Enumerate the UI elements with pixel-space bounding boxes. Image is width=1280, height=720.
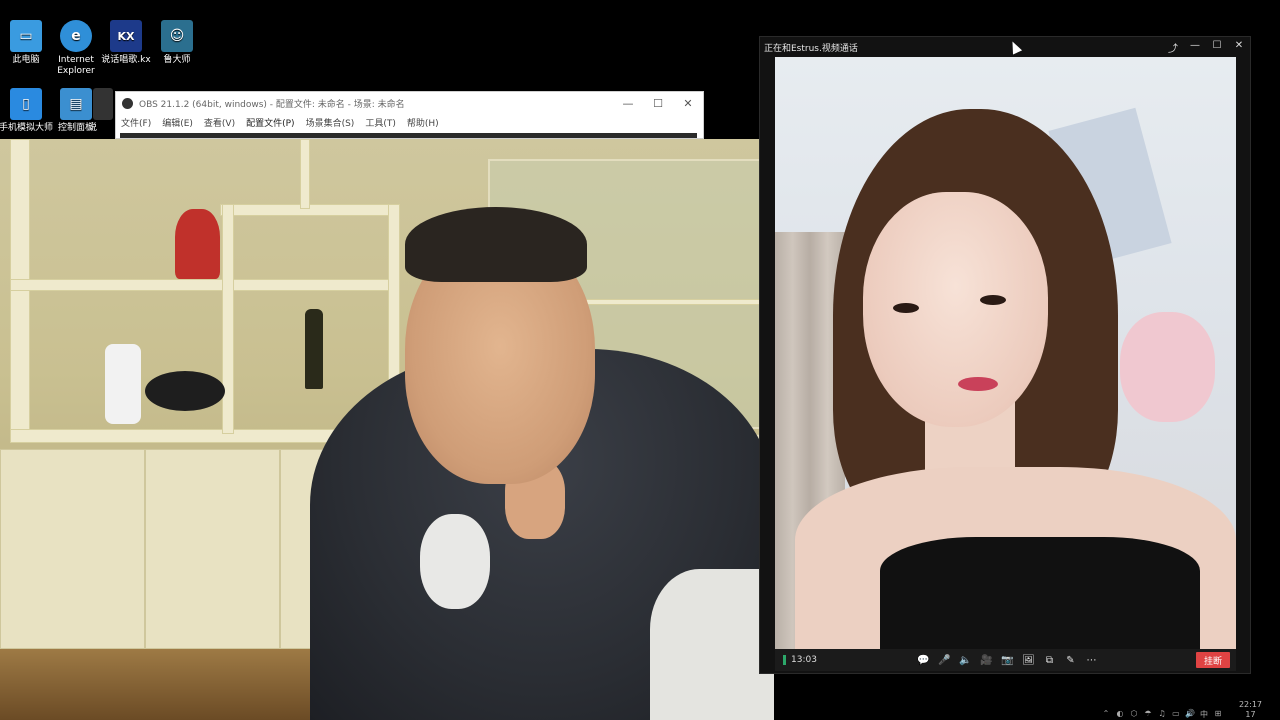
system-tray: ⌃ ◐ ⬡ ☂ ♫ ▭ 🔊 中 ⊞ 22:17 17 xyxy=(1099,700,1262,720)
shelf-divider xyxy=(300,139,310,209)
desktop-icon-label: Internet Explorer xyxy=(57,55,95,76)
woman-right-eye xyxy=(980,295,1006,305)
obs-window[interactable]: OBS 21.1.2 (64bit, windows) - 配置文件: 未命名 … xyxy=(115,91,704,139)
tray-app-icon[interactable]: ♫ xyxy=(1155,709,1169,720)
obs-close-button[interactable]: ✕ xyxy=(673,97,703,110)
video-call-close-button[interactable]: ✕ xyxy=(1228,40,1250,55)
person-hair xyxy=(405,207,587,282)
effects-icon[interactable]: 🖼 xyxy=(1018,655,1039,666)
pink-pillow xyxy=(1120,312,1215,422)
desktop-icon-label: 说话唱歌.kx xyxy=(101,55,151,65)
video-call-titlebar[interactable]: 正在和Estrus.视频通话 ⤴ — ☐ ✕ xyxy=(760,37,1250,57)
woman-top xyxy=(880,537,1200,650)
red-trophy xyxy=(175,209,220,279)
remote-video-feed xyxy=(775,57,1236,650)
network-icon[interactable]: ▭ xyxy=(1169,709,1183,720)
woman-face xyxy=(863,192,1048,427)
obs-menu-file[interactable]: 文件(F) xyxy=(121,116,151,129)
kx-icon: KX xyxy=(110,20,142,52)
obs-minimize-button[interactable]: — xyxy=(613,97,643,110)
wine-bottle xyxy=(305,309,323,389)
microphone-icon[interactable]: 🎤 xyxy=(934,655,955,666)
video-call-window[interactable]: 正在和Estrus.视频通话 ⤴ — ☐ ✕ 13:03 💬 🎤 🔈 🎥 📷 🖼… xyxy=(760,37,1250,673)
obs-menu-help[interactable]: 帮助(H) xyxy=(407,116,439,129)
tray-expand-icon[interactable]: ⌃ xyxy=(1099,709,1113,720)
camera-toggle-icon[interactable]: 🎥 xyxy=(976,655,997,666)
shelf-divider xyxy=(222,204,234,434)
shelf-board xyxy=(10,279,400,291)
more-icon[interactable]: ⋯ xyxy=(1081,655,1102,666)
tray-app-icon[interactable]: ◐ xyxy=(1113,709,1127,720)
obs-menu-scene-collection[interactable]: 场景集合(S) xyxy=(306,116,355,129)
obs-menubar: 文件(F) 编辑(E) 查看(V) 配置文件(P) 场景集合(S) 工具(T) … xyxy=(116,114,703,130)
desktop-icon-partial[interactable]: 说 xyxy=(88,88,118,134)
obs-preview-strip xyxy=(120,133,697,138)
ie-icon: e xyxy=(60,20,92,52)
ludashi-icon: ☺ xyxy=(161,20,193,52)
obs-window-title: OBS 21.1.2 (64bit, windows) - 配置文件: 未命名 … xyxy=(139,99,405,110)
clock-time: 22:17 xyxy=(1238,700,1262,709)
obs-logo-icon xyxy=(122,97,133,109)
speaker-icon[interactable]: 🔈 xyxy=(955,655,976,666)
video-call-title: 正在和Estrus.视频通话 xyxy=(764,43,858,54)
volume-icon[interactable]: 🔊 xyxy=(1183,709,1197,720)
shelf-board xyxy=(220,204,400,216)
desktop-icon-ludashi[interactable]: ☺ 鲁大师 xyxy=(145,20,209,66)
cabinet-door xyxy=(145,449,280,649)
obs-titlebar[interactable]: OBS 21.1.2 (64bit, windows) - 配置文件: 未命名 … xyxy=(116,92,703,114)
megaphone xyxy=(105,344,141,424)
video-call-maximize-button[interactable]: ☐ xyxy=(1206,40,1228,55)
call-duration: 13:03 xyxy=(775,655,817,665)
cabinet-door xyxy=(0,449,145,649)
partial-icon xyxy=(93,88,113,120)
ime-indicator[interactable]: 中 xyxy=(1197,709,1211,720)
call-control-bar: 13:03 💬 🎤 🔈 🎥 📷 🖼 ⧉ ✎ ⋯ 挂断 xyxy=(775,649,1236,671)
tray-app-icon[interactable]: ☂ xyxy=(1141,709,1155,720)
video-call-minimize-button[interactable]: — xyxy=(1184,40,1206,55)
streamer-webcam-feed xyxy=(0,139,774,720)
tray-app-icon[interactable]: ⬡ xyxy=(1127,709,1141,720)
desktop-icon-label: 此电脑 xyxy=(12,55,40,65)
ime-mode-icon[interactable]: ⊞ xyxy=(1211,709,1225,720)
call-toolbar: 💬 🎤 🔈 🎥 📷 🖼 ⧉ ✎ ⋯ xyxy=(913,655,1102,666)
screen-share-icon[interactable]: ⧉ xyxy=(1039,655,1060,666)
woman-lips xyxy=(958,377,998,391)
pin-icon[interactable]: ⤴ xyxy=(1162,40,1184,55)
obs-maximize-button[interactable]: ☐ xyxy=(643,97,673,110)
coat-pattern xyxy=(420,514,490,609)
desktop-icon-label: 鲁大师 xyxy=(163,55,191,65)
whiteboard-icon[interactable]: ✎ xyxy=(1060,655,1081,666)
chat-icon[interactable]: 💬 xyxy=(913,655,934,666)
hangup-button[interactable]: 挂断 xyxy=(1196,652,1230,668)
obs-menu-profile[interactable]: 配置文件(P) xyxy=(246,116,294,129)
obs-menu-edit[interactable]: 编辑(E) xyxy=(162,116,193,129)
desktop-icon-label: 说 xyxy=(88,123,98,133)
clock-date: 17 xyxy=(1245,710,1256,719)
obs-menu-tools[interactable]: 工具(T) xyxy=(365,116,396,129)
taskbar-clock[interactable]: 22:17 17 xyxy=(1239,700,1262,720)
woman-left-eye xyxy=(893,303,919,313)
computer-icon: ▭ xyxy=(10,20,42,52)
screenshot-icon[interactable]: 📷 xyxy=(997,655,1018,666)
phone-emulator-icon: ▯ xyxy=(10,88,42,120)
obs-menu-view[interactable]: 查看(V) xyxy=(204,116,235,129)
person-sleeve xyxy=(650,569,774,720)
hat xyxy=(145,371,225,411)
